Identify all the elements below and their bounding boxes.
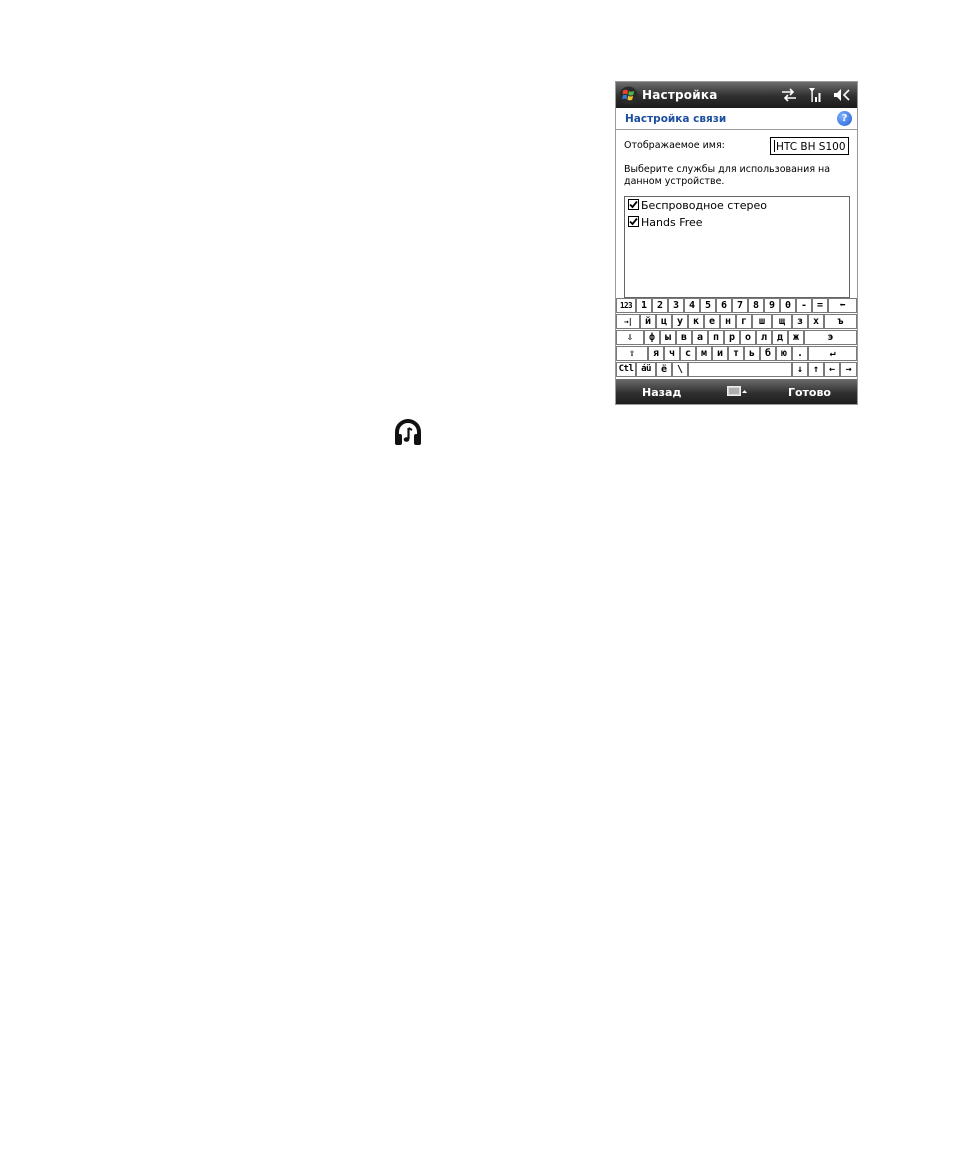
key-ы[interactable]: ы [660, 330, 676, 345]
on-screen-keyboard: 123 1 2 3 4 5 6 7 8 9 0 - = ⬅ →| й ц у к… [616, 298, 857, 378]
back-softkey[interactable]: Назад [642, 386, 681, 399]
key-space[interactable] [688, 362, 792, 377]
app-title: Настройка [642, 88, 718, 102]
key-2[interactable]: 2 [652, 298, 668, 313]
text-caret [774, 140, 775, 152]
key-о[interactable]: о [740, 330, 756, 345]
key-caps[interactable]: ⇩ [616, 330, 644, 345]
sync-arrows-icon[interactable] [781, 87, 797, 106]
key-х[interactable]: х [808, 314, 824, 329]
key-1[interactable]: 1 [636, 298, 652, 313]
display-name-field[interactable]: HTC BH S100 [770, 137, 849, 155]
start-logo-icon[interactable] [619, 86, 638, 105]
key-б[interactable]: б [760, 346, 776, 361]
key-equals[interactable]: = [812, 298, 828, 313]
key-minus[interactable]: - [796, 298, 812, 313]
key-period[interactable]: . [792, 346, 808, 361]
key-л[interactable]: л [756, 330, 772, 345]
keyboard-row-5: Ctl áü ë \ ↓ ↑ ← → [616, 362, 857, 378]
headset-icon [395, 419, 421, 445]
key-ctrl[interactable]: Ctl [616, 362, 636, 377]
key-ш[interactable]: ш [752, 314, 772, 329]
key-в[interactable]: в [676, 330, 692, 345]
key-ц[interactable]: ц [656, 314, 672, 329]
title-bar: Настройка [616, 82, 857, 108]
key-8[interactable]: 8 [748, 298, 764, 313]
services-prompt: Выберите службы для использования на дан… [624, 164, 831, 187]
key-э[interactable]: э [804, 330, 857, 345]
key-к[interactable]: к [688, 314, 704, 329]
key-shift[interactable]: ⇧ [616, 346, 648, 361]
key-ъ[interactable]: ъ [824, 314, 857, 329]
key-3[interactable]: 3 [668, 298, 684, 313]
key-а[interactable]: а [692, 330, 708, 345]
service-item-wireless-stereo[interactable]: Беспроводное стерео [628, 199, 767, 213]
key-с[interactable]: с [680, 346, 696, 361]
key-д[interactable]: д [772, 330, 788, 345]
done-softkey[interactable]: Готово [788, 386, 831, 399]
speaker-muted-icon[interactable] [833, 87, 851, 107]
key-р[interactable]: р [724, 330, 740, 345]
key-6[interactable]: 6 [716, 298, 732, 313]
key-з[interactable]: з [792, 314, 808, 329]
key-7[interactable]: 7 [732, 298, 748, 313]
status-icons [775, 87, 851, 103]
checkbox-checked[interactable] [628, 216, 639, 227]
key-ю[interactable]: ю [776, 346, 792, 361]
key-enter[interactable]: ↵ [808, 346, 857, 361]
key-9[interactable]: 9 [764, 298, 780, 313]
key-up[interactable]: ↑ [808, 362, 824, 377]
key-й[interactable]: й [640, 314, 656, 329]
key-accents[interactable]: áü [636, 362, 656, 377]
keyboard-row-1: 123 1 2 3 4 5 6 7 8 9 0 - = ⬅ [616, 298, 857, 314]
key-0[interactable]: 0 [780, 298, 796, 313]
keyboard-row-2: →| й ц у к е н г ш щ з х ъ [616, 314, 857, 330]
service-list: Беспроводное стерео Hands Free [624, 196, 850, 298]
page-header: Настройка связи ? [616, 108, 857, 130]
key-4[interactable]: 4 [684, 298, 700, 313]
key-ч[interactable]: ч [664, 346, 680, 361]
key-ё[interactable]: ë [656, 362, 672, 377]
key-е[interactable]: е [704, 314, 720, 329]
key-down[interactable]: ↓ [792, 362, 808, 377]
key-left[interactable]: ← [824, 362, 840, 377]
key-backspace[interactable]: ⬅ [828, 298, 857, 313]
keyboard-icon[interactable] [727, 386, 747, 397]
device-screen: Настройка Настройка связи ? Отображаемое… [615, 81, 858, 405]
key-и[interactable]: и [712, 346, 728, 361]
service-item-hands-free[interactable]: Hands Free [628, 216, 703, 230]
keyboard-row-4: ⇧ я ч с м и т ь б ю . ↵ [616, 346, 857, 362]
help-icon[interactable]: ? [837, 111, 852, 126]
key-right[interactable]: → [840, 362, 857, 377]
key-5[interactable]: 5 [700, 298, 716, 313]
softkey-bar: Назад Готово [616, 379, 857, 404]
key-123[interactable]: 123 [616, 298, 636, 313]
key-ь[interactable]: ь [744, 346, 760, 361]
service-label: Беспроводное стерео [641, 199, 767, 212]
display-name-label: Отображаемое имя: [624, 140, 725, 151]
key-м[interactable]: м [696, 346, 712, 361]
service-label: Hands Free [641, 216, 703, 229]
key-г[interactable]: г [736, 314, 752, 329]
key-у[interactable]: у [672, 314, 688, 329]
keyboard-row-3: ⇩ ф ы в а п р о л д ж э [616, 330, 857, 346]
display-name-value: HTC BH S100 [776, 141, 846, 153]
page-title: Настройка связи [625, 113, 727, 125]
key-щ[interactable]: щ [772, 314, 792, 329]
key-ф[interactable]: ф [644, 330, 660, 345]
key-я[interactable]: я [648, 346, 664, 361]
signal-icon[interactable] [808, 87, 822, 107]
key-tab[interactable]: →| [616, 314, 640, 329]
key-backslash[interactable]: \ [672, 362, 688, 377]
checkbox-checked[interactable] [628, 199, 639, 210]
key-п[interactable]: п [708, 330, 724, 345]
key-т[interactable]: т [728, 346, 744, 361]
key-ж[interactable]: ж [788, 330, 804, 345]
key-н[interactable]: н [720, 314, 736, 329]
